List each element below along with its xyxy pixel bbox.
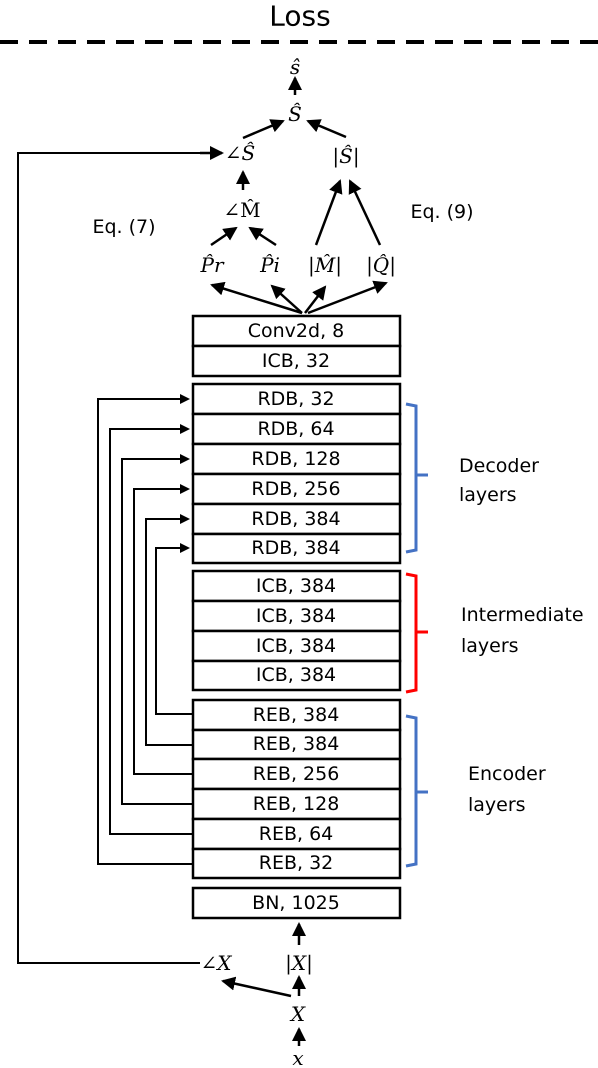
arrow-conv-to-Pr (210, 281, 303, 315)
output-mag-M-hat: |M̂| (308, 253, 342, 278)
output-angle-M-hat: ∠M̂ (223, 198, 260, 222)
decoder-block-label: RDB, 32 (257, 388, 334, 410)
eq9-label: Eq. (9) (410, 201, 473, 223)
arrow-magS-to-S (306, 119, 347, 139)
decoder-block-label: RDB, 384 (251, 537, 340, 559)
skip-connection (133, 484, 193, 775)
arrow-angleS-to-S (242, 119, 285, 140)
output-P-r-hat: P̂r (199, 253, 224, 277)
skip-connection (155, 543, 193, 715)
decoder-brace (405, 402, 428, 554)
arrow-Pi-to-angleM (248, 226, 277, 247)
decoder-label-line1: Decoder (459, 455, 539, 477)
output-angle-S-hat: ∠Ŝ (225, 140, 255, 165)
block-icb-32-label: ICB, 32 (262, 350, 330, 372)
phase-skip-line (17, 152, 220, 964)
decoder-block-label: RDB, 256 (251, 478, 340, 500)
block-conv2d-label: Conv2d, 8 (248, 320, 345, 342)
intermediate-block-label: ICB, 384 (256, 575, 336, 597)
input-X: X (289, 1002, 306, 1026)
output-mag-S-hat: |Ŝ| (332, 143, 359, 169)
encoder-label-line1: Encoder (468, 763, 546, 785)
output-s-hat: ŝ (290, 55, 300, 79)
decoder-blocks: RDB, 32 RDB, 64 RDB, 128 RDB, 256 RDB, 3… (191, 382, 402, 565)
intermediate-brace (405, 572, 428, 694)
intermediate-block-label: ICB, 384 (256, 664, 336, 686)
input-mag-X: |X| (285, 951, 313, 976)
loss-title: Loss (269, 0, 330, 33)
intermediate-label-line2: layers (461, 635, 519, 657)
decoder-block-label: RDB, 384 (251, 508, 340, 530)
skip-connection (145, 514, 193, 746)
decoder-block-label: RDB, 64 (257, 418, 334, 440)
input-x: x (292, 1046, 303, 1068)
eq7-label: Eq. (7) (92, 216, 155, 238)
network-diagram: Loss ŝ Ŝ ∠Ŝ |Ŝ| ∠M̂ Eq. (7) Eq. (9) P̂r … (0, 0, 598, 1068)
output-mag-Q-hat: |Q̂| (366, 253, 396, 278)
encoder-block-label: REB, 64 (259, 823, 334, 845)
arrow-X-to-angleX (221, 976, 292, 998)
skip-connection (121, 454, 193, 805)
block-bn-label: BN, 1025 (252, 892, 340, 914)
intermediate-blocks: ICB, 384 ICB, 384 ICB, 384 ICB, 384 (191, 569, 402, 692)
encoder-label-line2: layers (468, 794, 526, 816)
arrow-Pr-to-angleM (210, 226, 238, 247)
intermediate-block-label: ICB, 384 (256, 635, 336, 657)
encoder-brace (405, 714, 428, 868)
arrow-magM-to-magS (314, 179, 343, 246)
encoder-block-label: REB, 384 (253, 733, 340, 755)
intermediate-label-line1: Intermediate (461, 604, 584, 626)
encoder-block-label: REB, 256 (253, 763, 340, 785)
encoder-block-label: REB, 128 (253, 793, 340, 815)
intermediate-block-label: ICB, 384 (256, 605, 336, 627)
output-P-i-hat: P̂i (259, 253, 280, 277)
input-angle-X: ∠X (201, 951, 233, 975)
output-S-hat: Ŝ (288, 101, 302, 126)
encoder-block-label: REB, 384 (253, 704, 340, 726)
encoder-blocks: REB, 384 REB, 384 REB, 256 REB, 128 REB,… (191, 698, 402, 880)
skip-connections (97, 394, 193, 865)
head-blocks: Conv2d, 8 ICB, 32 (191, 314, 402, 378)
decoder-label-line2: layers (459, 484, 517, 506)
arrow-magQ-to-magS (348, 179, 382, 246)
decoder-block-label: RDB, 128 (251, 448, 340, 470)
encoder-block-label: REB, 32 (259, 852, 334, 874)
arrow-conv-to-magQ (307, 280, 388, 315)
